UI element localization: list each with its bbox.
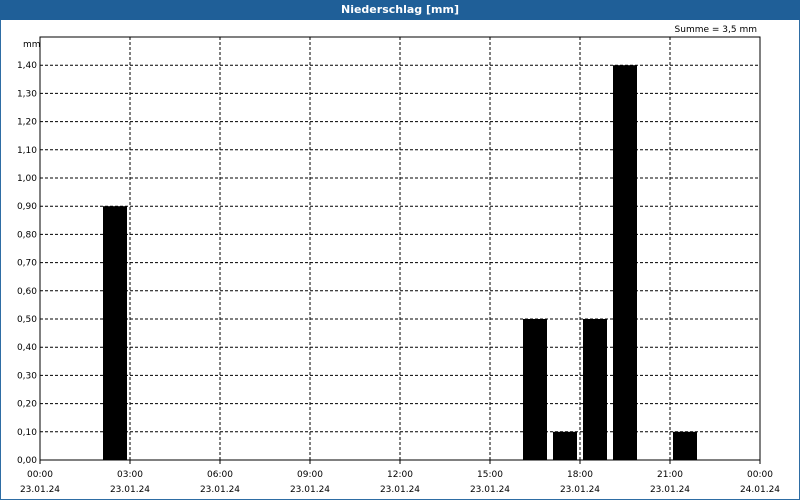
y-tick-label: 0,50 [17, 315, 37, 325]
x-tick-date-label: 23.01.24 [380, 485, 420, 495]
precipitation-bar [673, 431, 697, 460]
x-tick-date-label: 23.01.24 [650, 485, 690, 495]
x-tick-time-label: 00:00 [747, 470, 773, 480]
precipitation-bar-chart: 0,00 0,10 0,20 0,30 0,40 0,50 0,60 0,70 0,80 0,90… [17, 36, 780, 495]
precipitation-bar [583, 319, 607, 460]
x-tick-date-label: 23.01.24 [560, 485, 600, 495]
x-tick-date-label: 24.01.24 [740, 485, 780, 495]
y-tick-label: 0,40 [17, 343, 37, 353]
x-tick-date-label: 23.01.24 [290, 485, 330, 495]
x-tick-time-label: 09:00 [297, 470, 323, 480]
x-tick-time-label: 21:00 [657, 470, 683, 480]
y-tick-label: 0,20 [17, 400, 37, 410]
y-tick-label: 1,30 [17, 89, 37, 99]
x-tick-date-label: 23.01.24 [470, 485, 510, 495]
y-tick-label: 0,10 [17, 428, 37, 438]
y-tick-label: 0,70 [17, 259, 37, 269]
x-tick-time-label: 00:00 [27, 470, 53, 480]
x-tick-time-label: 15:00 [477, 470, 503, 480]
x-tick-time-label: 12:00 [387, 470, 413, 480]
precipitation-bar [553, 431, 577, 460]
y-tick-label: 0,00 [17, 456, 37, 466]
x-tick-time-label: 03:00 [117, 470, 143, 480]
x-tick-date-label: 23.01.24 [20, 485, 60, 495]
x-tick-time-label: 18:00 [567, 470, 593, 480]
y-tick-label: 1,40 [17, 61, 37, 71]
y-tick-label: 1,20 [17, 118, 37, 128]
precipitation-bar [613, 65, 637, 460]
precipitation-bar [523, 319, 547, 460]
y-tick-label: 0,90 [17, 202, 37, 212]
x-tick-date-label: 23.01.24 [200, 485, 240, 495]
y-tick-label: 1,00 [17, 174, 37, 184]
y-tick-label: 1,10 [17, 146, 37, 156]
y-tick-label: 0,60 [17, 287, 37, 297]
x-tick-date-label: 23.01.24 [110, 485, 150, 495]
precipitation-bar [103, 206, 127, 460]
y-tick-label: 0,80 [17, 230, 37, 240]
x-tick-time-label: 06:00 [207, 470, 233, 480]
y-tick-label: 0,30 [17, 371, 37, 381]
